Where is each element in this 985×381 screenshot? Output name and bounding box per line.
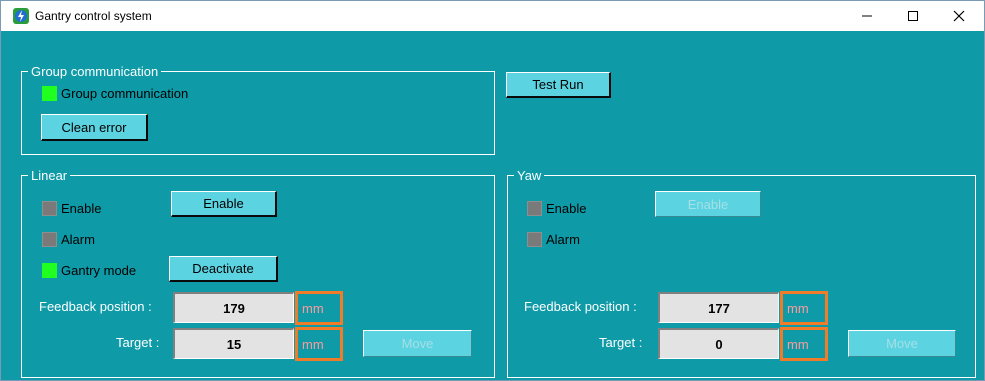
linear-enable-button[interactable]: Enable xyxy=(171,191,277,217)
linear-target-label: Target : xyxy=(116,335,160,350)
linear-enable-led xyxy=(42,201,57,216)
minimize-button[interactable] xyxy=(844,1,890,31)
yaw-feedback-field: 177 xyxy=(658,292,779,323)
group-communication-legend: Group communication xyxy=(31,64,159,79)
yaw-target-label: Target : xyxy=(599,335,643,350)
linear-target-input[interactable]: 15 xyxy=(173,328,294,359)
linear-alarm-led xyxy=(42,232,57,247)
app-icon xyxy=(13,8,29,24)
test-run-button[interactable]: Test Run xyxy=(506,72,611,98)
clean-error-button[interactable]: Clean error xyxy=(41,114,148,141)
linear-target-unit: mm xyxy=(295,327,343,361)
linear-feedback-field: 179 xyxy=(173,292,294,323)
window-title: Gantry control system xyxy=(35,9,152,23)
app-window: Gantry control system Group communicatio… xyxy=(0,0,985,381)
close-icon xyxy=(953,10,965,22)
yaw-move-button[interactable]: Move xyxy=(848,330,956,357)
group-communication-label: Group communication xyxy=(61,86,189,101)
client-area: Group communication Group communication … xyxy=(1,31,984,380)
maximize-icon xyxy=(908,11,918,21)
close-button[interactable] xyxy=(936,1,982,31)
gantry-mode-led xyxy=(42,263,57,278)
deactivate-button[interactable]: Deactivate xyxy=(169,256,278,282)
yaw-feedback-label: Feedback position : xyxy=(524,299,637,314)
yaw-enable-button[interactable]: Enable xyxy=(655,191,761,217)
group-communication-panel: Group communication xyxy=(21,65,495,155)
linear-feedback-unit: mm xyxy=(295,291,343,325)
yaw-enable-label: Enable xyxy=(546,201,587,216)
gantry-mode-label: Gantry mode xyxy=(61,263,137,278)
title-bar: Gantry control system xyxy=(1,1,984,31)
linear-enable-label: Enable xyxy=(61,201,102,216)
yaw-target-unit: mm xyxy=(780,327,828,361)
maximize-button[interactable] xyxy=(890,1,936,31)
yaw-alarm-label: Alarm xyxy=(546,232,580,247)
minimize-icon xyxy=(862,15,872,17)
yaw-target-input[interactable]: 0 xyxy=(658,328,779,359)
group-communication-led xyxy=(42,86,57,101)
linear-move-button[interactable]: Move xyxy=(363,330,472,357)
yaw-legend: Yaw xyxy=(517,168,542,183)
yaw-enable-led xyxy=(527,201,542,216)
linear-legend: Linear xyxy=(31,168,68,183)
linear-feedback-label: Feedback position : xyxy=(39,299,152,314)
yaw-alarm-led xyxy=(527,232,542,247)
linear-alarm-label: Alarm xyxy=(61,232,95,247)
yaw-feedback-unit: mm xyxy=(780,291,828,325)
